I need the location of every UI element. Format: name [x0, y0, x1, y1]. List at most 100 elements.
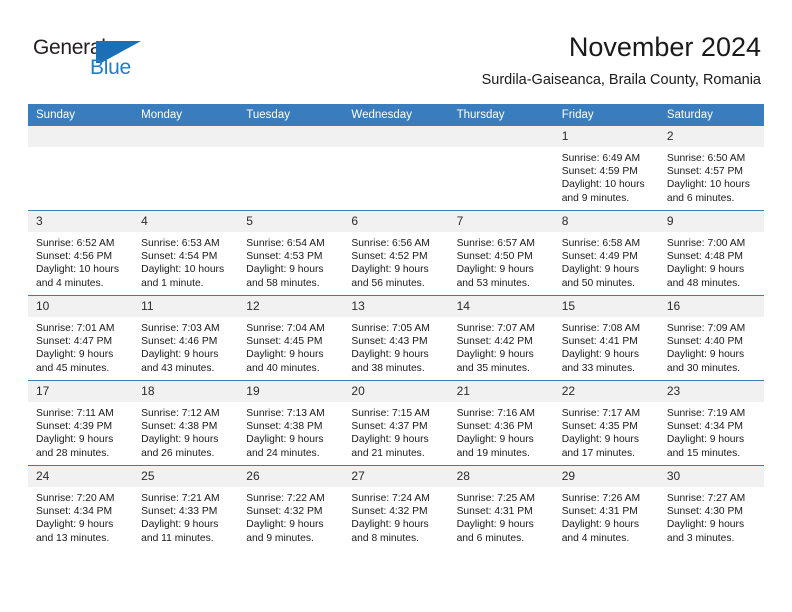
daylight-text: Daylight: 9 hours and 21 minutes.: [351, 434, 429, 459]
calendar-day-cell[interactable]: 12 Sunrise: 7:04 AM Sunset: 4:45 PM Dayligh…: [238, 295, 344, 381]
daylight-text: Daylight: 10 hours and 1 minute.: [141, 264, 225, 289]
calendar-day-cell[interactable]: 27 Sunrise: 7:24 AM Sunset: 4:32 PM Dayligh…: [343, 465, 449, 550]
day-sun-info: Sunrise: 7:08 AM Sunset: 4:41 PM Daylight:…: [554, 317, 659, 375]
calendar-day-cell[interactable]: 14 Sunrise: 7:07 AM Sunset: 4:42 PM Dayligh…: [448, 295, 554, 381]
daylight-text: Daylight: 9 hours and 53 minutes.: [456, 264, 534, 289]
sunset-text: Sunset: 4:50 PM: [456, 251, 533, 263]
daylight-text: Daylight: 9 hours and 8 minutes.: [351, 519, 429, 544]
daylight-text: Daylight: 9 hours and 33 minutes.: [561, 349, 639, 374]
sunrise-text: Sunrise: 7:22 AM: [246, 493, 325, 504]
page-subtitle: Surdila-Gaiseanca, Braila County, Romani…: [481, 72, 761, 88]
calendar-day-cell[interactable]: 23 Sunrise: 7:19 AM Sunset: 4:34 PM Dayligh…: [658, 380, 764, 466]
calendar-cell-empty: [133, 126, 239, 211]
day-sun-info: Sunrise: 7:17 AM Sunset: 4:35 PM Daylight:…: [554, 402, 659, 460]
day-number: 24: [28, 466, 134, 487]
sunrise-text: Sunrise: 7:16 AM: [456, 408, 535, 419]
page-header: General Blue November 2024 Surdila-Gaise…: [0, 0, 792, 100]
calendar-day-cell[interactable]: 15 Sunrise: 7:08 AM Sunset: 4:41 PM Dayligh…: [553, 295, 659, 381]
calendar-day-cell[interactable]: 29 Sunrise: 7:26 AM Sunset: 4:31 PM Dayligh…: [553, 465, 659, 550]
calendar-day-cell[interactable]: 6 Sunrise: 6:56 AM Sunset: 4:52 PM Daylight…: [343, 210, 449, 296]
daylight-text: Daylight: 9 hours and 6 minutes.: [456, 519, 534, 544]
calendar-day-cell[interactable]: 30 Sunrise: 7:27 AM Sunset: 4:30 PM Dayligh…: [658, 465, 764, 550]
calendar-day-cell[interactable]: 11 Sunrise: 7:03 AM Sunset: 4:46 PM Dayligh…: [133, 295, 239, 381]
calendar-day-cell[interactable]: 19 Sunrise: 7:13 AM Sunset: 4:38 PM Dayligh…: [238, 380, 344, 466]
calendar-day-cell[interactable]: 25 Sunrise: 7:21 AM Sunset: 4:33 PM Dayligh…: [133, 465, 239, 550]
calendar-cell-empty: [238, 126, 344, 211]
day-sun-info: Sunrise: 7:12 AM Sunset: 4:38 PM Daylight:…: [133, 402, 238, 460]
day-sun-info: Sunrise: 6:58 AM Sunset: 4:49 PM Daylight:…: [554, 232, 659, 290]
calendar-day-cell[interactable]: 20 Sunrise: 7:15 AM Sunset: 4:37 PM Dayligh…: [343, 380, 449, 466]
calendar-cell-empty: [448, 126, 554, 211]
day-sun-info: Sunrise: 7:13 AM Sunset: 4:38 PM Daylight:…: [238, 402, 343, 460]
sunset-text: Sunset: 4:31 PM: [561, 506, 638, 518]
day-sun-info: Sunrise: 6:57 AM Sunset: 4:50 PM Daylight:…: [449, 232, 554, 290]
calendar-page: General Blue November 2024 Surdila-Gaise…: [0, 0, 792, 612]
sunrise-text: Sunrise: 6:57 AM: [456, 238, 535, 249]
sunrise-text: Sunrise: 7:19 AM: [666, 408, 746, 419]
calendar-day-cell[interactable]: 28 Sunrise: 7:25 AM Sunset: 4:31 PM Dayligh…: [448, 465, 554, 550]
calendar-day-cell[interactable]: 1 Sunrise: 6:49 AM Sunset: 4:59 PM Daylight…: [553, 126, 659, 211]
calendar-day-cell[interactable]: 5 Sunrise: 6:54 AM Sunset: 4:53 PM Daylight…: [238, 210, 344, 296]
day-sun-info: Sunrise: 7:11 AM Sunset: 4:39 PM Daylight:…: [28, 402, 133, 460]
sunrise-text: Sunrise: 7:27 AM: [666, 493, 746, 504]
sunrise-text: Sunrise: 7:17 AM: [561, 408, 641, 419]
calendar-day-cell[interactable]: 22 Sunrise: 7:17 AM Sunset: 4:35 PM Dayligh…: [553, 380, 659, 466]
day-sun-info: Sunrise: 7:24 AM Sunset: 4:32 PM Daylight:…: [343, 487, 448, 545]
calendar-day-cell[interactable]: 18 Sunrise: 7:12 AM Sunset: 4:38 PM Dayligh…: [133, 380, 239, 466]
sunset-text: Sunset: 4:53 PM: [246, 251, 323, 263]
calendar-day-cell[interactable]: 24 Sunrise: 7:20 AM Sunset: 4:34 PM Dayligh…: [28, 465, 134, 550]
calendar-day-cell[interactable]: 7 Sunrise: 6:57 AM Sunset: 4:50 PM Daylight…: [448, 210, 554, 296]
sunset-text: Sunset: 4:48 PM: [666, 251, 743, 263]
sunset-text: Sunset: 4:56 PM: [36, 251, 113, 263]
day-number: 14: [448, 296, 554, 317]
sunset-text: Sunset: 4:52 PM: [351, 251, 428, 263]
daylight-text: Daylight: 9 hours and 3 minutes.: [666, 519, 745, 544]
day-number: 11: [133, 296, 239, 317]
sunrise-text: Sunrise: 7:01 AM: [36, 323, 115, 334]
calendar-day-cell[interactable]: 13 Sunrise: 7:05 AM Sunset: 4:43 PM Dayligh…: [343, 295, 449, 381]
calendar-day-cell[interactable]: 17 Sunrise: 7:11 AM Sunset: 4:39 PM Dayligh…: [28, 380, 134, 466]
daylight-text: Daylight: 9 hours and 4 minutes.: [561, 519, 639, 544]
day-number: 22: [553, 381, 659, 402]
calendar-day-cell[interactable]: 2 Sunrise: 6:50 AM Sunset: 4:57 PM Daylight…: [658, 126, 764, 211]
calendar-day-cell[interactable]: 21 Sunrise: 7:16 AM Sunset: 4:36 PM Dayligh…: [448, 380, 554, 466]
sunrise-text: Sunrise: 7:20 AM: [36, 493, 115, 504]
sunrise-text: Sunrise: 6:52 AM: [36, 238, 115, 249]
day-number: 26: [238, 466, 344, 487]
sunrise-text: Sunrise: 6:53 AM: [141, 238, 220, 249]
day-sun-info: Sunrise: 7:16 AM Sunset: 4:36 PM Daylight:…: [449, 402, 554, 460]
day-number: 9: [658, 211, 764, 232]
sunrise-text: Sunrise: 7:11 AM: [36, 408, 114, 419]
day-number: [343, 126, 449, 147]
day-number: [28, 126, 134, 147]
day-number: 30: [658, 466, 764, 487]
day-sun-info: Sunrise: 7:15 AM Sunset: 4:37 PM Daylight:…: [343, 402, 448, 460]
sunset-text: Sunset: 4:32 PM: [246, 506, 323, 518]
day-number: 5: [238, 211, 344, 232]
weekday-header-saturday: Saturday: [658, 104, 764, 126]
daylight-text: Daylight: 9 hours and 43 minutes.: [141, 349, 219, 374]
sunset-text: Sunset: 4:49 PM: [561, 251, 638, 263]
daylight-text: Daylight: 9 hours and 30 minutes.: [666, 349, 745, 374]
calendar-day-cell[interactable]: 3 Sunrise: 6:52 AM Sunset: 4:56 PM Daylight…: [28, 210, 134, 296]
daylight-text: Daylight: 9 hours and 48 minutes.: [666, 264, 745, 289]
day-sun-info: Sunrise: 7:22 AM Sunset: 4:32 PM Daylight:…: [238, 487, 343, 545]
calendar-day-cell[interactable]: 4 Sunrise: 6:53 AM Sunset: 4:54 PM Daylight…: [133, 210, 239, 296]
sunset-text: Sunset: 4:47 PM: [36, 336, 113, 348]
sunrise-text: Sunrise: 7:03 AM: [141, 323, 220, 334]
calendar-day-cell[interactable]: 16 Sunrise: 7:09 AM Sunset: 4:40 PM Dayligh…: [658, 295, 764, 381]
sunset-text: Sunset: 4:34 PM: [36, 506, 113, 518]
day-number: 19: [238, 381, 344, 402]
brand-logo[interactable]: General Blue: [33, 36, 213, 84]
calendar-day-cell[interactable]: 8 Sunrise: 6:58 AM Sunset: 4:49 PM Daylight…: [553, 210, 659, 296]
day-number: 18: [133, 381, 239, 402]
title-block: November 2024 Surdila-Gaiseanca, Braila …: [482, 30, 761, 89]
sunset-text: Sunset: 4:59 PM: [561, 166, 638, 178]
sunset-text: Sunset: 4:37 PM: [351, 421, 428, 433]
daylight-text: Daylight: 10 hours and 9 minutes.: [561, 179, 645, 204]
calendar-day-cell[interactable]: 9 Sunrise: 7:00 AM Sunset: 4:48 PM Daylight…: [658, 210, 764, 296]
day-number: 23: [658, 381, 764, 402]
calendar-day-cell[interactable]: 10 Sunrise: 7:01 AM Sunset: 4:47 PM Dayligh…: [28, 295, 134, 381]
calendar-day-cell[interactable]: 26 Sunrise: 7:22 AM Sunset: 4:32 PM Dayligh…: [238, 465, 344, 550]
daylight-text: Daylight: 9 hours and 17 minutes.: [561, 434, 639, 459]
